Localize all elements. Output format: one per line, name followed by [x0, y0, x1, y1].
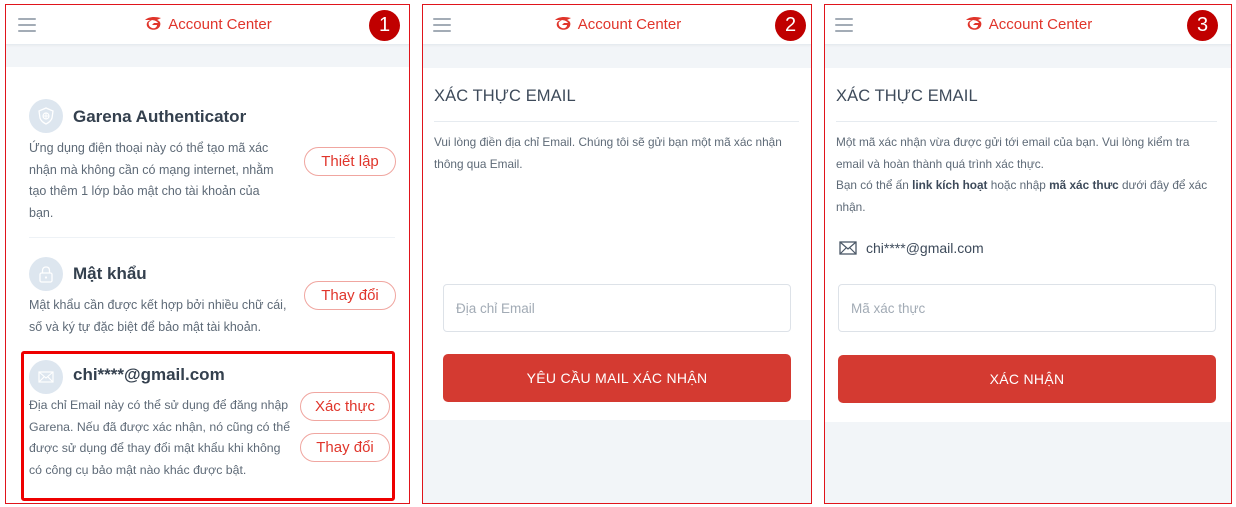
verify-email-card: XÁC THỰC EMAIL Một mã xác nhận vừa được …	[825, 68, 1231, 422]
brand[interactable]: Account Center	[423, 15, 811, 35]
description-text: hoặc nhập	[987, 178, 1050, 192]
top-bar: Account Center 3	[825, 5, 1231, 45]
shield-icon	[29, 99, 63, 133]
envelope-icon	[839, 241, 857, 255]
sent-email-address: chi****@gmail.com	[866, 240, 984, 256]
activation-link-text: link kích hoạt	[912, 178, 988, 192]
request-verification-mail-button[interactable]: YÊU CẦU MAIL XÁC NHẬN	[443, 354, 791, 402]
item-desc-password: Mật khẩu cần được kết hợp bởi nhiều chữ …	[29, 298, 287, 334]
setup-authenticator-button[interactable]: Thiết lập	[304, 147, 396, 176]
step-badge-3: 3	[1187, 10, 1218, 41]
panel-account-security: Account Center 1 Garena Authenticator Ứn…	[5, 4, 410, 504]
step-badge-1: 1	[369, 10, 400, 41]
card-title: XÁC THỰC EMAIL	[836, 87, 978, 105]
divider	[836, 121, 1217, 122]
description-line1: Một mã xác nhận vừa được gửi tới email c…	[836, 135, 1190, 171]
sent-email-line: chi****@gmail.com	[839, 240, 984, 256]
panel-request-verification: Account Center 2 XÁC THỰC EMAIL Vui lòng…	[422, 4, 812, 504]
confirm-button[interactable]: XÁC NHẬN	[838, 355, 1216, 403]
card-description: Một mã xác nhận vừa được gửi tới email c…	[836, 132, 1217, 218]
divider	[29, 237, 395, 238]
panel-enter-code: Account Center 3 XÁC THỰC EMAIL Một mã x…	[824, 4, 1232, 504]
card-description: Vui lòng điền địa chỉ Email. Chúng tôi s…	[434, 135, 782, 171]
divider	[434, 121, 799, 122]
verification-code-input[interactable]	[838, 284, 1216, 332]
security-list: Garena Authenticator Ứng dụng điện thoại…	[6, 67, 409, 503]
brand-title: Account Center	[988, 16, 1093, 33]
top-bar: Account Center 2	[423, 5, 811, 45]
garena-logo-icon	[145, 16, 162, 30]
item-title-authenticator: Garena Authenticator	[73, 107, 247, 126]
garena-logo-icon	[965, 16, 982, 30]
change-email-button[interactable]: Thay đổi	[300, 433, 390, 462]
change-password-button[interactable]: Thay đổi	[304, 281, 396, 310]
brand-title: Account Center	[168, 16, 272, 33]
lock-icon	[29, 257, 63, 291]
step-badge-2: 2	[775, 10, 806, 41]
verification-code-text: mã xác thưc	[1049, 178, 1119, 192]
item-title-email: chi****@gmail.com	[73, 365, 225, 384]
envelope-icon	[29, 360, 63, 394]
verify-email-card: XÁC THỰC EMAIL Vui lòng điền địa chỉ Ema…	[423, 68, 811, 420]
top-bar: Account Center 1	[6, 5, 409, 45]
email-address-input[interactable]	[443, 284, 791, 332]
verify-email-button[interactable]: Xác thực	[300, 392, 390, 421]
item-title-password: Mật khẩu	[73, 264, 147, 283]
card-title: XÁC THỰC EMAIL	[434, 87, 576, 105]
brand[interactable]: Account Center	[825, 15, 1231, 35]
garena-logo-icon	[554, 16, 571, 30]
item-desc-authenticator: Ứng dụng điện thoại này có thể tạo mã xá…	[29, 141, 274, 220]
item-desc-email: Địa chỉ Email này có thể sử dụng để đăng…	[29, 398, 291, 477]
brand[interactable]: Account Center	[6, 15, 409, 35]
description-text: Bạn có thể ấn	[836, 178, 913, 192]
brand-title: Account Center	[577, 16, 682, 33]
